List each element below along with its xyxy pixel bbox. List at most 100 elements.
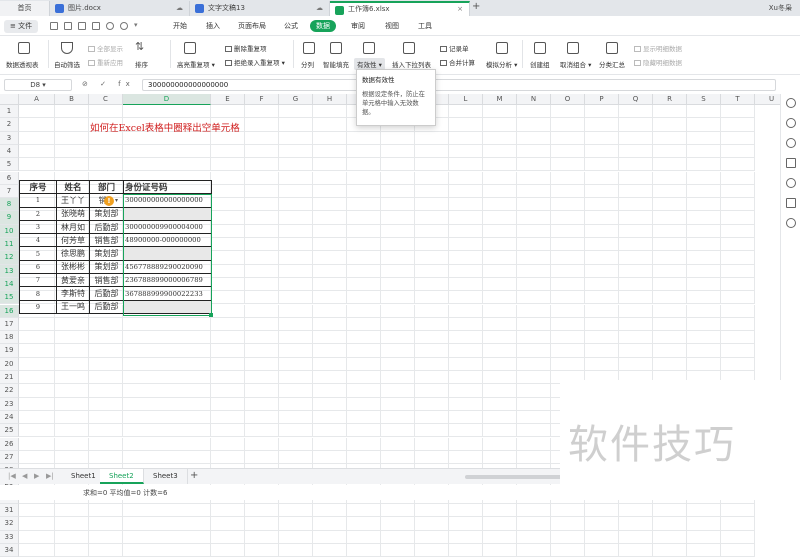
table-cell[interactable]: 后勤部 <box>89 286 124 301</box>
table-cell[interactable]: 367888999900022233 <box>123 286 212 301</box>
menu-data[interactable]: 数据 <box>310 20 336 32</box>
row-header-27[interactable]: 27 <box>0 450 19 465</box>
table-cell[interactable]: 何芳草 <box>56 233 90 248</box>
menu-page-layout[interactable]: 页面布局 <box>238 21 266 31</box>
tab-workbook[interactable]: 工作簿6.xlsx × <box>330 1 470 16</box>
row-header-18[interactable]: 18 <box>0 331 19 345</box>
column-header-O[interactable]: O <box>551 94 585 105</box>
user-name[interactable]: Xu冬枭 <box>769 3 792 13</box>
formula-input[interactable]: 300000000000000000 <box>142 79 776 91</box>
show-all-button[interactable]: 全部显示 <box>88 43 123 53</box>
row-header-32[interactable]: 32 <box>0 517 19 531</box>
shape-icon[interactable] <box>786 138 796 148</box>
table-cell[interactable]: 张彬彬 <box>56 259 90 275</box>
table-cell[interactable] <box>123 246 212 261</box>
column-header-R[interactable]: R <box>653 94 687 105</box>
table-cell[interactable]: 4 <box>19 233 57 248</box>
column-header-T[interactable]: T <box>721 94 755 105</box>
table-header-cell[interactable]: 身份证号码 <box>123 179 212 195</box>
table-cell[interactable]: 后勤部 <box>89 219 124 235</box>
row-header-11[interactable]: 11 <box>0 238 19 252</box>
first-sheet-icon[interactable]: |◀ <box>8 472 16 480</box>
menu-review[interactable]: 审阅 <box>351 21 365 31</box>
row-header-19[interactable]: 19 <box>0 344 19 358</box>
row-header-15[interactable]: 15 <box>0 291 19 305</box>
tab-text-doc[interactable]: 文字文稿13 ☁ <box>190 1 330 16</box>
row-header-2[interactable]: 2 <box>0 118 19 132</box>
row-header-5[interactable]: 5 <box>0 158 19 172</box>
table-cell[interactable]: 2 <box>19 206 57 221</box>
tab-docx[interactable]: 图片.docx ☁ <box>50 1 190 16</box>
table-cell[interactable]: 策划部 <box>89 259 124 275</box>
row-header-25[interactable]: 25 <box>0 424 19 438</box>
cursor-icon[interactable] <box>786 158 796 168</box>
column-header-H[interactable]: H <box>313 94 347 105</box>
select-icon[interactable] <box>786 118 796 128</box>
pivot-table-button[interactable]: 数据透视表 <box>6 59 39 69</box>
row-header-10[interactable]: 10 <box>0 224 19 238</box>
table-cell[interactable]: 销售部 <box>89 273 124 288</box>
table-cell[interactable]: 48900000-000000000 <box>123 233 212 248</box>
menu-view[interactable]: 视图 <box>385 21 399 31</box>
create-group-button[interactable]: 创建组 <box>530 59 550 69</box>
table-header-cell[interactable]: 部门 <box>89 179 124 195</box>
warning-icon[interactable]: ! <box>104 196 114 206</box>
print-icon[interactable] <box>64 22 72 30</box>
column-header-C[interactable]: C <box>89 94 123 105</box>
column-header-F[interactable]: F <box>245 94 279 105</box>
row-header-21[interactable]: 21 <box>0 371 19 385</box>
column-header-L[interactable]: L <box>449 94 483 105</box>
undo-icon[interactable] <box>106 22 114 30</box>
select-all-corner[interactable] <box>0 94 19 105</box>
formula-icons[interactable]: ⊘ ✓ fx <box>82 80 135 88</box>
table-cell[interactable]: 6 <box>19 259 57 275</box>
show-detail-button[interactable]: 显示明细数据 <box>634 43 682 53</box>
row-header-20[interactable]: 20 <box>0 357 19 371</box>
table-cell[interactable]: 9 <box>19 299 57 314</box>
column-header-P[interactable]: P <box>585 94 619 105</box>
sheet-title-text[interactable]: 如何在Excel表格中圈释出空单元格 <box>90 120 240 134</box>
simulate-analysis-button[interactable]: 模拟分析 ▾ <box>486 59 517 69</box>
table-cell[interactable]: 策划部 <box>89 246 124 261</box>
smart-fill-button[interactable]: 智能填充 <box>323 59 349 69</box>
horizontal-scrollbar[interactable] <box>465 475 565 479</box>
row-header-1[interactable]: 1 <box>0 105 19 119</box>
tab-home[interactable]: 首页 <box>0 1 50 16</box>
table-cell[interactable]: 3 <box>19 219 57 235</box>
customize-chevron-icon[interactable]: ▾ <box>134 22 142 30</box>
row-header-17[interactable]: 17 <box>0 317 19 332</box>
preview-icon[interactable] <box>92 22 100 30</box>
row-header-23[interactable]: 23 <box>0 397 19 411</box>
menu-insert[interactable]: 插入 <box>206 21 220 31</box>
remove-duplicates-button[interactable]: 删除重复项 <box>225 43 267 53</box>
tools-icon[interactable] <box>786 198 796 208</box>
table-cell[interactable]: 策划部 <box>89 206 124 221</box>
row-header-33[interactable]: 33 <box>0 530 19 544</box>
row-header-4[interactable]: 4 <box>0 144 19 159</box>
table-cell[interactable]: 徐思鹏 <box>56 246 90 261</box>
row-header-31[interactable]: 31 <box>0 504 19 518</box>
table-cell[interactable]: 销售部 <box>89 233 124 248</box>
file-menu-button[interactable]: ≡ 文件 <box>4 20 39 33</box>
export-icon[interactable] <box>78 22 86 30</box>
row-header-9[interactable]: 9 <box>0 211 19 225</box>
merge-calc-button[interactable]: 合并计算 <box>440 57 475 67</box>
menu-start[interactable]: 开始 <box>173 21 187 31</box>
history-icon[interactable] <box>786 218 796 228</box>
row-header-12[interactable]: 12 <box>0 251 19 265</box>
name-box[interactable]: D8 ▾ <box>4 79 72 91</box>
table-cell[interactable]: 7 <box>19 273 57 288</box>
close-icon[interactable]: × <box>457 3 463 15</box>
table-cell[interactable]: 8 <box>19 286 57 301</box>
add-sheet-icon[interactable]: + <box>190 470 198 481</box>
menu-tools[interactable]: 工具 <box>418 21 432 31</box>
chevron-down-icon[interactable]: ▾ <box>115 197 118 204</box>
table-cell[interactable]: 林月如 <box>56 219 90 235</box>
insert-dropdown-button[interactable]: 插入下拉列表 <box>392 59 431 69</box>
split-column-button[interactable]: 分列 <box>301 59 314 69</box>
reapply-button[interactable]: 重新应用 <box>88 57 123 67</box>
table-cell[interactable]: 1 <box>19 193 57 208</box>
column-header-D[interactable]: D <box>123 94 211 105</box>
last-sheet-icon[interactable]: ▶| <box>46 472 54 480</box>
table-cell[interactable]: 456778889290020090 <box>123 259 212 275</box>
